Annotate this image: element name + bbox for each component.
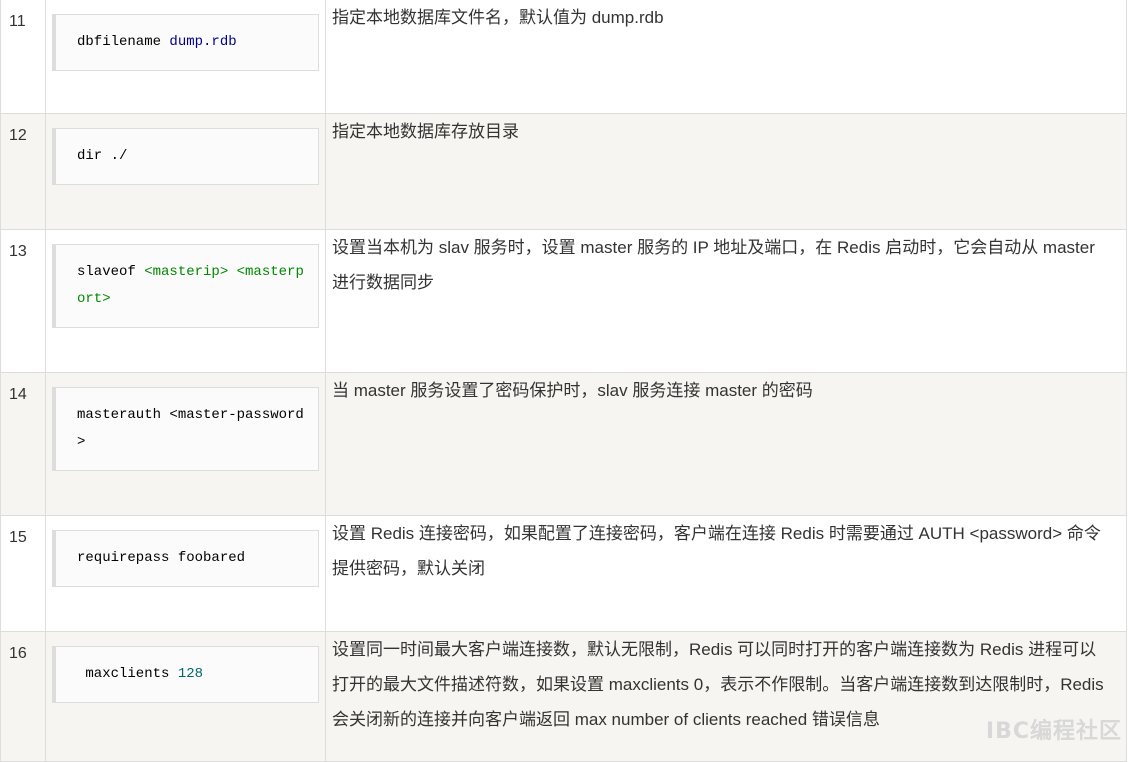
code-command: requirepass foobared	[77, 550, 246, 566]
row-number: 15	[0, 515, 46, 632]
table-row: 14 masterauth <master-password> 当 master…	[0, 372, 1127, 516]
site-watermark: IBC编程社区	[985, 719, 1122, 744]
code-cell: dbfilename dump.rdb	[45, 0, 326, 114]
table-row: 15 requirepass foobared 设置 Redis 连接密码，如果…	[0, 515, 1127, 632]
description: 当 master 服务设置了密码保护时，slav 服务连接 master 的密码	[325, 372, 1127, 516]
description: 设置 Redis 连接密码，如果配置了连接密码，客户端在连接 Redis 时需要…	[325, 515, 1127, 632]
description: 指定本地数据库存放目录	[325, 113, 1127, 230]
code-block: requirepass foobared	[52, 530, 319, 587]
row-number: 11	[0, 0, 46, 114]
code-command: slaveof	[77, 264, 145, 280]
code-command: masterauth <master-password>	[77, 407, 304, 450]
code-block: slaveof <masterip> <masterport>	[52, 244, 319, 328]
code-cell: maxclients 128	[45, 631, 326, 762]
code-cell: slaveof <masterip> <masterport>	[45, 229, 326, 373]
code-command: maxclients	[77, 666, 178, 682]
description: 设置当本机为 slav 服务时，设置 master 服务的 IP 地址及端口，在…	[325, 229, 1127, 373]
description: 指定本地数据库文件名，默认值为 dump.rdb	[325, 0, 1127, 114]
table-row: 16 maxclients 128 设置同一时间最大客户端连接数，默认无限制，R…	[0, 631, 1127, 762]
row-number: 16	[0, 631, 46, 762]
code-command: dir ./	[77, 148, 128, 164]
row-number: 14	[0, 372, 46, 516]
code-block: dbfilename dump.rdb	[52, 14, 319, 71]
code-cell: dir ./	[45, 113, 326, 230]
table-row: 12 dir ./ 指定本地数据库存放目录	[0, 113, 1127, 230]
row-number: 12	[0, 113, 46, 230]
code-block: maxclients 128	[52, 646, 319, 703]
config-table: 11 dbfilename dump.rdb 指定本地数据库文件名，默认值为 d…	[0, 0, 1127, 762]
table-row: 13 slaveof <masterip> <masterport> 设置当本机…	[0, 229, 1127, 373]
code-command: dbfilename	[77, 34, 170, 50]
code-argument: 128	[177, 666, 204, 682]
code-cell: requirepass foobared	[45, 515, 326, 632]
code-block: masterauth <master-password>	[52, 387, 319, 471]
code-cell: masterauth <master-password>	[45, 372, 326, 516]
code-block: dir ./	[52, 128, 319, 185]
code-argument: dump.rdb	[169, 34, 237, 50]
row-number: 13	[0, 229, 46, 373]
table-row: 11 dbfilename dump.rdb 指定本地数据库文件名，默认值为 d…	[0, 0, 1127, 114]
